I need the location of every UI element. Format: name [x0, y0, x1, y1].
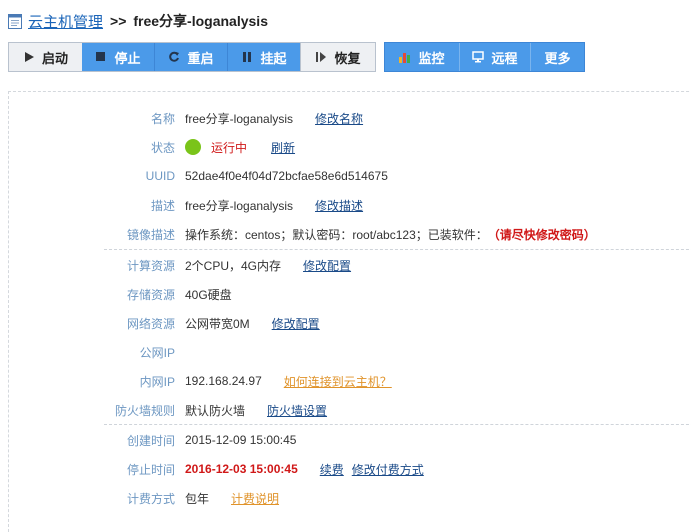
- resume-label: 恢复: [334, 50, 361, 66]
- detail-row-compute: 计算资源 2个CPU，4G内存 修改配置: [9, 255, 351, 275]
- firewall-value: 默认防火墙 防火墙设置: [185, 402, 327, 419]
- network-label: 网络资源: [126, 316, 175, 331]
- network-text: 公网带宽0M: [185, 316, 250, 331]
- detail-row-network: 网络资源 公网带宽0M 修改配置: [9, 313, 320, 333]
- edit-description-link[interactable]: 修改描述: [315, 197, 363, 214]
- storage-value: 40G硬盘: [185, 287, 232, 302]
- resume-button[interactable]: 恢复: [300, 43, 375, 71]
- page-header: 云主机管理 >> free分享-loganalysis: [8, 10, 268, 32]
- created-label: 创建时间: [126, 433, 175, 448]
- image-value: 操作系统：centos；默认密码：root/abc123；已装软件： （请尽快修…: [185, 226, 596, 243]
- uuid-value: 52dae4f0e4f04d72bcfae58e6d514675: [185, 169, 388, 183]
- breadcrumb-separator: >>: [110, 13, 127, 29]
- start-button[interactable]: 启动: [9, 43, 82, 71]
- compute-text: 2个CPU，4G内存: [185, 258, 282, 273]
- firewall-label: 防火墙规则: [114, 403, 175, 418]
- detail-row-status: 状态 运行中 刷新: [9, 137, 295, 157]
- storage-label: 存储资源: [126, 287, 175, 302]
- remote-button[interactable]: 远程: [459, 43, 530, 71]
- edit-network-link[interactable]: 修改配置: [272, 315, 320, 332]
- image-text: 操作系统：centos；默认密码：root/abc123；已装软件：: [185, 227, 488, 242]
- public-ip-label: 公网IP: [139, 345, 175, 360]
- private-ip-label: 内网IP: [139, 374, 175, 389]
- name-label: 名称: [150, 111, 175, 126]
- stop-time-label: 停止时间: [126, 462, 175, 477]
- section-divider: [104, 424, 691, 425]
- name-text: free分享-loganalysis: [185, 111, 294, 126]
- image-label: 镜像描述: [126, 227, 175, 242]
- edit-config-link[interactable]: 修改配置: [303, 257, 351, 274]
- status-label: 状态: [150, 140, 175, 155]
- created-value: 2015-12-09 15:00:45: [185, 433, 297, 447]
- section-divider: [104, 249, 691, 250]
- name-value: free分享-loganalysis 修改名称: [185, 110, 363, 127]
- stop-label: 停止: [114, 50, 141, 66]
- billing-info-link[interactable]: 计费说明: [231, 490, 279, 507]
- detail-row-billing: 计费方式 包年 计费说明: [9, 488, 279, 508]
- more-button[interactable]: 更多: [530, 43, 584, 71]
- firewall-settings-link[interactable]: 防火墙设置: [267, 402, 327, 419]
- power-button-group: 启动 停止 重启 挂起 恢复: [8, 42, 376, 72]
- description-label: 描述: [150, 198, 175, 213]
- billing-label: 计费方式: [126, 491, 175, 506]
- restart-label: 重启: [187, 50, 214, 66]
- status-running-icon: [185, 139, 201, 155]
- description-text: free分享-loganalysis: [185, 198, 294, 213]
- page-title: free分享-loganalysis: [133, 13, 268, 29]
- stop-icon: [95, 51, 107, 63]
- network-value: 公网带宽0M 修改配置: [185, 315, 320, 332]
- edit-name-link[interactable]: 修改名称: [315, 110, 363, 127]
- stop-button[interactable]: 停止: [82, 43, 154, 71]
- restart-button[interactable]: 重启: [154, 43, 227, 71]
- detail-row-image: 镜像描述 操作系统：centos；默认密码：root/abc123；已装软件： …: [9, 224, 596, 244]
- breadcrumb-parent-link[interactable]: 云主机管理: [28, 11, 103, 32]
- private-ip-text: 192.168.24.97: [185, 374, 262, 388]
- description-value: free分享-loganalysis 修改描述: [185, 197, 363, 214]
- start-label: 启动: [41, 50, 68, 66]
- stop-time-text: 2016-12-03 15:00:45: [185, 462, 298, 476]
- resume-icon: [315, 51, 327, 63]
- billing-text: 包年: [185, 491, 210, 506]
- play-icon: [23, 51, 35, 63]
- compute-label: 计算资源: [126, 258, 175, 273]
- monitor-button[interactable]: 监控: [385, 43, 459, 71]
- change-payment-link[interactable]: 修改付费方式: [352, 461, 424, 478]
- detail-row-description: 描述 free分享-loganalysis 修改描述: [9, 195, 363, 215]
- compute-value: 2个CPU，4G内存 修改配置: [185, 257, 351, 274]
- monitor-label: 监控: [418, 50, 445, 66]
- detail-row-firewall: 防火墙规则 默认防火墙 防火墙设置: [9, 400, 327, 420]
- uuid-label: UUID: [145, 169, 175, 183]
- action-toolbar: 启动 停止 重启 挂起 恢复 监控 远程 更多: [8, 42, 585, 72]
- renew-link[interactable]: 续费: [320, 461, 344, 478]
- billing-value: 包年 计费说明: [185, 490, 279, 507]
- remote-label: 远程: [491, 50, 518, 66]
- more-label: 更多: [544, 50, 571, 66]
- detail-row-created: 创建时间 2015-12-09 15:00:45: [9, 430, 296, 450]
- password-warning: （请尽快修改密码）: [487, 227, 596, 242]
- chart-icon: [399, 51, 411, 63]
- firewall-text: 默认防火墙: [185, 403, 246, 418]
- pause-icon: [241, 51, 253, 63]
- stop-time-value: 2016-12-03 15:00:45 续费 修改付费方式: [185, 461, 424, 478]
- detail-row-public-ip: 公网IP: [9, 342, 185, 362]
- status-value: 运行中 刷新: [185, 139, 295, 156]
- how-to-connect-link[interactable]: 如何连接到云主机？: [284, 373, 392, 390]
- document-icon: [8, 14, 22, 29]
- restart-icon: [168, 51, 180, 63]
- private-ip-value: 192.168.24.97 如何连接到云主机？: [185, 373, 392, 390]
- tools-button-group: 监控 远程 更多: [384, 42, 585, 72]
- refresh-link[interactable]: 刷新: [271, 139, 295, 156]
- detail-row-stop-time: 停止时间 2016-12-03 15:00:45 续费 修改付费方式: [9, 459, 424, 479]
- monitor-icon: [472, 51, 485, 63]
- detail-row-storage: 存储资源 40G硬盘: [9, 284, 232, 304]
- detail-row-private-ip: 内网IP 192.168.24.97 如何连接到云主机？: [9, 371, 392, 391]
- detail-panel: 名称 free分享-loganalysis 修改名称 状态 运行中 刷新 UUI…: [8, 91, 691, 532]
- detail-row-name: 名称 free分享-loganalysis 修改名称: [9, 108, 363, 128]
- status-text: 运行中: [211, 140, 248, 155]
- suspend-label: 挂起: [260, 50, 287, 66]
- suspend-button[interactable]: 挂起: [227, 43, 300, 71]
- detail-row-uuid: UUID 52dae4f0e4f04d72bcfae58e6d514675: [9, 166, 388, 186]
